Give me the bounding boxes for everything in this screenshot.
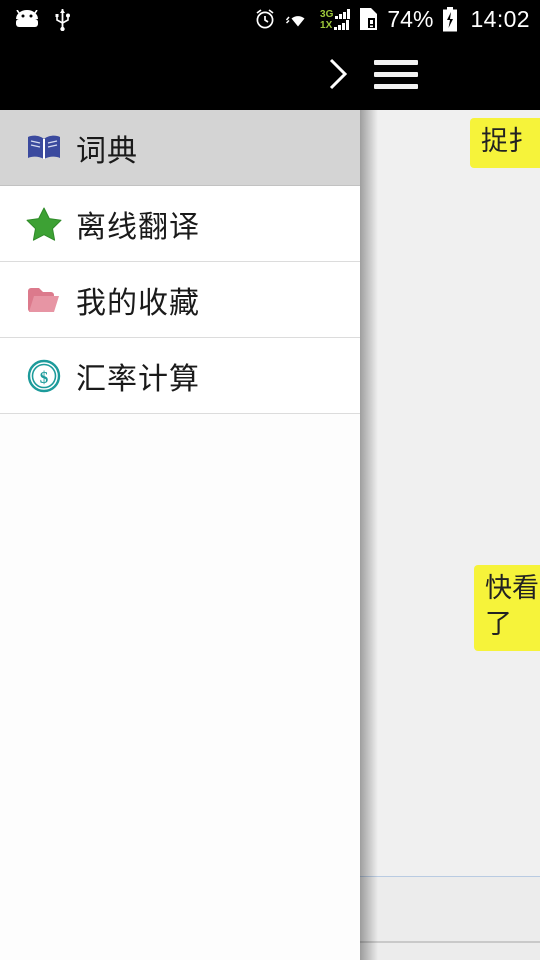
signal-bars-1x <box>334 19 350 30</box>
chevron-right-icon[interactable] <box>318 54 358 94</box>
network-3g-label: 3G <box>320 8 334 20</box>
mobile-signal-icon: 3G 1X <box>320 8 351 31</box>
alarm-icon <box>256 9 274 29</box>
star-icon <box>18 206 70 241</box>
android-robot-icon <box>16 9 38 27</box>
status-bar-left-icons <box>0 7 71 31</box>
status-bar: 3G 1X 74% 14:02 <box>0 0 540 38</box>
highlight-line: 快看 <box>485 573 539 604</box>
navigation-drawer: 词典 离线翻译 我的收藏 $ 汇率计算 <box>0 110 360 960</box>
wifi-icon <box>285 16 305 27</box>
sidebar-item-label: 汇率计算 <box>76 361 200 397</box>
sidebar-item-label: 词典 <box>76 133 138 169</box>
sim-card-icon <box>360 8 378 30</box>
drawer-empty-area <box>0 524 360 960</box>
battery-icon <box>443 6 458 31</box>
usb-icon <box>55 9 70 31</box>
sidebar-item-my-favorites[interactable]: 我的收藏 <box>0 262 360 338</box>
signal-bars-3g <box>335 8 351 19</box>
sidebar-item-offline-translate[interactable]: 离线翻译 <box>0 186 360 262</box>
folder-icon <box>18 285 70 315</box>
phone-screen: 3G 1X 74% 14:02 捉扌 快看 了 每次输 词典 离线翻译 我的收藏… <box>0 0 540 960</box>
dollar-circle-icon: $ <box>18 358 70 394</box>
drawer-shadow <box>360 110 378 960</box>
highlight-text: 捉扌 <box>481 126 535 157</box>
battery-percent-label: 74% <box>387 5 434 32</box>
status-bar-right-icons: 3G 1X 74% 14:02 <box>254 6 540 33</box>
translated-highlight-bubble[interactable]: 捉扌 <box>470 118 540 168</box>
sidebar-item-label: 我的收藏 <box>76 285 200 321</box>
network-1x-label: 1X <box>320 19 333 31</box>
translated-highlight-bubble[interactable]: 快看 了 <box>474 565 540 651</box>
svg-text:$: $ <box>40 368 49 387</box>
clock-label: 14:02 <box>470 5 530 32</box>
open-book-icon <box>18 133 70 163</box>
highlight-line: 了 <box>485 609 512 640</box>
hamburger-menu-icon[interactable] <box>374 54 418 94</box>
sidebar-item-label: 离线翻译 <box>76 209 200 245</box>
sidebar-item-dictionary[interactable]: 词典 <box>0 110 360 186</box>
action-bar <box>0 38 540 110</box>
sidebar-item-exchange-rate[interactable]: $ 汇率计算 <box>0 338 360 414</box>
